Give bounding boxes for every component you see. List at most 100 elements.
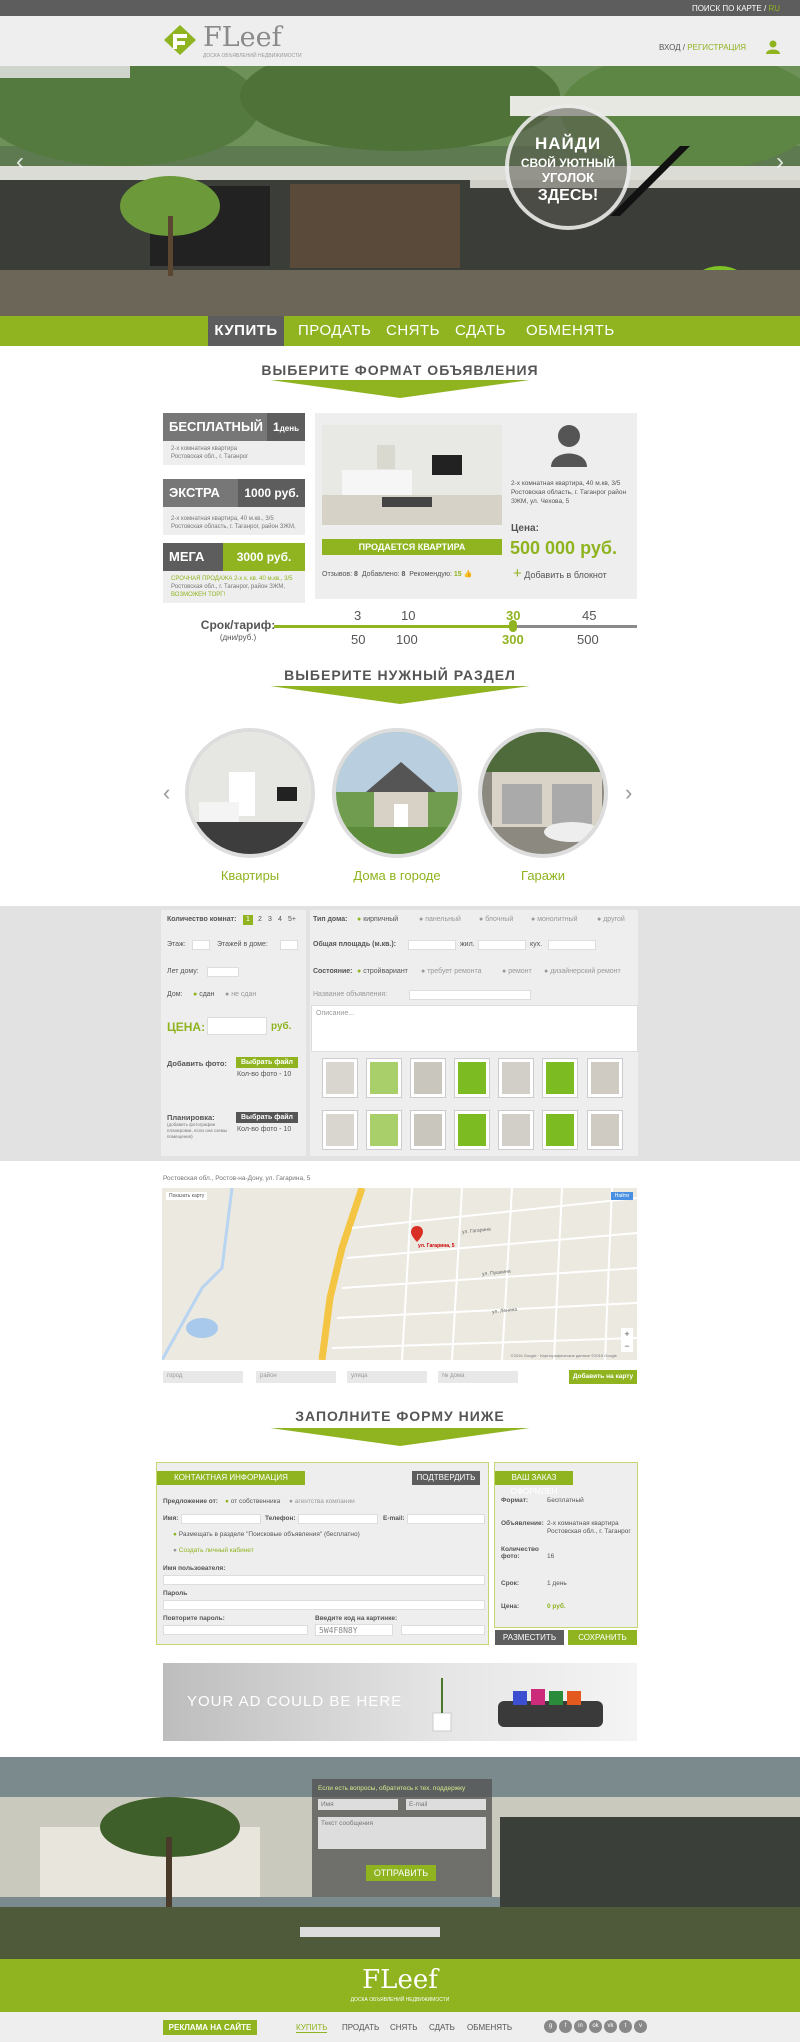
nav-item-exchange[interactable]: ОБМЕНЯТЬ (526, 316, 615, 346)
nav-item-rent[interactable]: СНЯТЬ (386, 316, 440, 346)
plan-upload-button[interactable]: Выбрать файл (236, 1112, 298, 1123)
price-input[interactable] (207, 1017, 267, 1035)
map-zoom-control[interactable]: + − (621, 1328, 633, 1352)
rooms-option[interactable]: 2 (258, 916, 262, 923)
phone-input[interactable] (298, 1514, 378, 1524)
facebook-icon[interactable]: f (559, 2020, 572, 2033)
footer-logo[interactable]: FLeef (0, 1965, 800, 1995)
nav-item-let[interactable]: СДАТЬ (455, 316, 506, 346)
create-cabinet-option[interactable]: ● Создать личный кабинет (173, 1547, 254, 1554)
state-option[interactable]: ● стройвариант (357, 968, 408, 975)
floor-input[interactable] (192, 940, 210, 950)
house-option-unbuilt[interactable]: ● не сдан (225, 991, 256, 998)
email-input[interactable] (407, 1514, 485, 1524)
state-option[interactable]: ● требует ремонта (421, 968, 482, 975)
street-input[interactable]: улица (347, 1371, 427, 1383)
photo-thumb[interactable] (366, 1058, 402, 1098)
category-label[interactable]: Квартиры (170, 868, 330, 883)
photo-thumb[interactable] (587, 1058, 623, 1098)
user-input[interactable] (163, 1575, 485, 1585)
twitter-icon[interactable]: t (619, 2020, 632, 2033)
register-link[interactable]: РЕГИСТРАЦИЯ (687, 43, 746, 52)
offer-option[interactable]: ● от собственника (225, 1498, 280, 1505)
lang-link[interactable]: RU (768, 4, 780, 13)
footer-link-sell[interactable]: ПРОДАТЬ (342, 2023, 379, 2032)
footer-link-let[interactable]: СДАТЬ (429, 2023, 455, 2032)
brand-name[interactable]: FLeef (203, 22, 282, 53)
carousel-prev-icon[interactable]: ‹ (163, 780, 170, 806)
add-notebook[interactable]: + Добавить в блокнот (513, 565, 607, 582)
plan-thumb[interactable] (410, 1110, 446, 1150)
photo-upload-button[interactable]: Выбрать файл (236, 1057, 298, 1068)
type-option[interactable]: ● монолитный (531, 916, 578, 923)
odnoklassniki-icon[interactable]: ok (589, 2020, 602, 2033)
plan-extra[interactable]: ЭКСТРА 1000 руб. 2-х комнатная квартира,… (163, 479, 305, 535)
support-send-button[interactable]: ОТПРАВИТЬ (366, 1865, 436, 1881)
vimeo-icon[interactable]: v (634, 2020, 647, 2033)
show-map-button[interactable]: Показать карту (166, 1192, 208, 1200)
term-day[interactable]: 3 (354, 608, 361, 623)
photo-thumb[interactable] (322, 1058, 358, 1098)
map-search-button[interactable]: Найти (610, 1192, 633, 1200)
nav-item-buy[interactable]: КУПИТЬ (208, 316, 284, 346)
plan-mega[interactable]: МЕГА 3000 руб. СРОЧНАЯ ПРОДАЖА 2-х к. кв… (163, 543, 305, 603)
pass-input[interactable] (163, 1600, 485, 1610)
floors-input[interactable] (280, 940, 298, 950)
login-link[interactable]: ВХОД (659, 43, 681, 52)
plan-thumb[interactable] (498, 1110, 534, 1150)
linkedin-icon[interactable]: in (574, 2020, 587, 2033)
repeat-pass-input[interactable] (163, 1625, 308, 1635)
state-option[interactable]: ● дизайнерский ремонт (544, 968, 621, 975)
footer-link-exchange[interactable]: ОБМЕНЯТЬ (467, 2023, 512, 2032)
category-label[interactable]: Гаражи (463, 868, 623, 883)
map-search-link[interactable]: ПОИСК ПО КАРТЕ (692, 4, 762, 13)
advertising-button[interactable]: РЕКЛАМА НА САЙТЕ (163, 2020, 257, 2035)
add-to-map-button[interactable]: Добавить на карту (569, 1370, 637, 1384)
free-place-option[interactable]: ● Размещать в разделе "Поисковые объявле… (173, 1531, 360, 1538)
house-option-built[interactable]: ● сдан (193, 991, 215, 998)
photo-thumb[interactable] (454, 1058, 490, 1098)
save-button[interactable]: СОХРАНИТЬ (568, 1630, 637, 1645)
offer-option[interactable]: ● агентства компании (289, 1498, 355, 1505)
rooms-option[interactable]: 5+ (288, 916, 296, 923)
photo-thumb[interactable] (410, 1058, 446, 1098)
category-houses[interactable] (332, 728, 462, 858)
slider-next-icon[interactable]: › (776, 148, 784, 176)
title-input[interactable] (409, 990, 531, 1000)
term-day[interactable]: 10 (401, 608, 415, 623)
living-input[interactable] (478, 940, 526, 950)
photo-thumb[interactable] (542, 1058, 578, 1098)
captcha-input[interactable] (401, 1625, 485, 1635)
name-input[interactable] (181, 1514, 261, 1524)
support-name-input[interactable]: Имя (318, 1799, 398, 1810)
category-label[interactable]: Дома в городе (317, 868, 477, 883)
rooms-option[interactable]: 4 (278, 916, 282, 923)
ad-banner[interactable]: YOUR AD COULD BE HERE (163, 1663, 637, 1741)
plan-thumb[interactable] (454, 1110, 490, 1150)
district-input[interactable]: район (256, 1371, 336, 1383)
type-option[interactable]: ● кирпичный (357, 916, 398, 923)
category-apartments[interactable] (185, 728, 315, 858)
type-option[interactable]: ● панельный (419, 916, 461, 923)
plan-thumb[interactable] (366, 1110, 402, 1150)
nav-item-sell[interactable]: ПРОДАТЬ (298, 316, 371, 346)
plan-thumb[interactable] (322, 1110, 358, 1150)
description-textarea[interactable]: Описание... (311, 1005, 638, 1052)
term-day-selected[interactable]: 30 (506, 608, 520, 623)
house-number-input[interactable]: № дома (438, 1371, 518, 1383)
type-option[interactable]: ● другой (597, 916, 625, 923)
plan-thumb[interactable] (587, 1110, 623, 1150)
support-email-input[interactable]: E-mail (406, 1799, 486, 1810)
category-garages[interactable] (478, 728, 608, 858)
kitchen-input[interactable] (548, 940, 596, 950)
term-day[interactable]: 45 (582, 608, 596, 623)
state-option[interactable]: ● ремонт (502, 968, 532, 975)
support-message-input[interactable]: Текст сообщения (318, 1817, 486, 1849)
contact-tab[interactable]: КОНТАКТНАЯ ИНФОРМАЦИЯ (157, 1471, 305, 1485)
confirm-button[interactable]: ПОДТВЕРДИТЬ (412, 1471, 480, 1485)
rooms-option[interactable]: 3 (268, 916, 272, 923)
photo-thumb[interactable] (498, 1058, 534, 1098)
footer-link-rent[interactable]: СНЯТЬ (390, 2023, 417, 2032)
map[interactable]: Показать карту Найти ул. Гагарина, 5 ул.… (162, 1188, 637, 1360)
logo-icon[interactable] (163, 24, 197, 56)
